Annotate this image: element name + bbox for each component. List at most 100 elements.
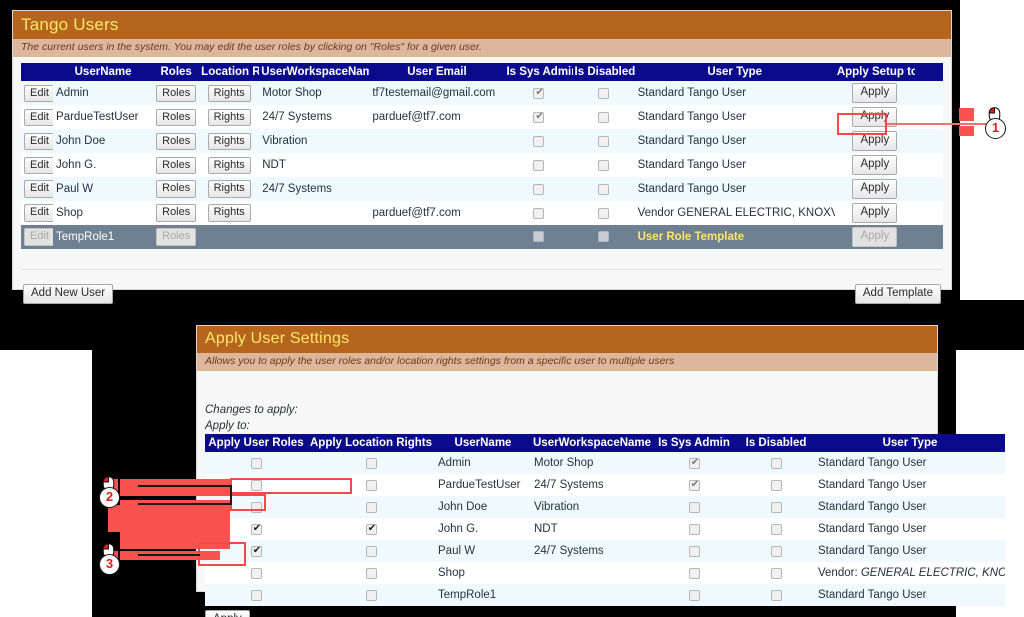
checkbox[interactable] — [770, 589, 782, 601]
checkbox[interactable] — [770, 545, 782, 557]
apply-location-rights-checkbox[interactable] — [365, 567, 377, 579]
rights-button[interactable]: Rights — [207, 180, 251, 198]
table-row: PardueTestUser 24/7 Systems Standard Tango… — [205, 474, 1005, 497]
apply-location-rights-checkbox[interactable] — [365, 522, 378, 535]
tango-users-title: Tango Users — [13, 11, 951, 40]
checkbox[interactable] — [688, 478, 701, 491]
apply-user-roles-checkbox[interactable] — [250, 589, 262, 601]
checkbox[interactable] — [533, 207, 545, 219]
checkbox[interactable] — [533, 110, 545, 123]
user-type-cell: Standard Tango User — [818, 457, 927, 470]
checkbox[interactable] — [688, 523, 700, 535]
edit-button[interactable]: Edit — [24, 180, 54, 198]
apply-user-roles-checkbox[interactable] — [250, 522, 263, 535]
apply-settings-button[interactable]: Apply — [205, 610, 250, 617]
roles-button[interactable]: Roles — [156, 108, 197, 126]
is-disabled-cell — [737, 584, 815, 606]
roles-cell: Roles — [153, 201, 199, 225]
user-type-cell: Standard Tango User — [637, 183, 747, 196]
checkbox[interactable] — [598, 159, 610, 171]
checkbox[interactable] — [598, 231, 610, 243]
workspace-cell — [531, 584, 651, 606]
checkbox[interactable] — [533, 159, 545, 171]
apply-setup-button[interactable]: Apply — [852, 155, 898, 176]
apply-location-rights-checkbox[interactable] — [365, 501, 377, 513]
checkbox[interactable] — [688, 567, 700, 579]
apply-location-rights-checkbox[interactable] — [365, 457, 377, 469]
checkbox[interactable] — [598, 111, 610, 123]
edit-button[interactable]: Edit — [24, 156, 54, 174]
workspace-cell: NDT — [534, 523, 558, 536]
apply-location-rights-cell — [307, 452, 435, 474]
apply-user-roles-checkbox[interactable] — [250, 544, 263, 557]
roles-button[interactable]: Roles — [156, 132, 197, 150]
username-cell: John Doe — [438, 501, 488, 514]
checkbox[interactable] — [688, 456, 701, 469]
checkbox[interactable] — [688, 589, 700, 601]
checkbox[interactable] — [533, 135, 545, 147]
apply-setup-cell: Apply — [835, 201, 915, 225]
apply-user-roles-checkbox[interactable] — [250, 479, 262, 491]
add-template-button[interactable]: Add Template — [854, 283, 941, 304]
checkbox[interactable] — [598, 135, 610, 147]
rights-button[interactable]: Rights — [207, 132, 251, 150]
apply-location-rights-cell — [307, 584, 435, 606]
annotation-blob-2g — [104, 551, 118, 560]
is-disabled-cell — [737, 540, 815, 562]
checkbox[interactable] — [688, 545, 700, 557]
roles-button[interactable]: Roles — [156, 156, 197, 174]
apply-setup-button[interactable]: Apply — [852, 83, 898, 104]
rights-button[interactable]: Rights — [207, 108, 251, 126]
checkbox[interactable] — [533, 183, 545, 195]
rights-button[interactable]: Rights — [207, 204, 251, 222]
apply-user-roles-checkbox[interactable] — [250, 501, 262, 513]
checkbox[interactable] — [770, 567, 782, 579]
user-type-cell: Standard Tango User — [637, 87, 747, 100]
checkbox[interactable] — [598, 87, 610, 99]
is-sys-admin-cell — [651, 584, 737, 606]
roles-button[interactable]: Roles — [156, 204, 197, 222]
edit-button[interactable]: Edit — [24, 84, 54, 102]
rights-button[interactable]: Rights — [207, 84, 251, 102]
pad-cell — [915, 129, 943, 153]
apply-col-username: UserName — [435, 434, 531, 453]
checkbox[interactable] — [770, 457, 782, 469]
apply-location-rights-checkbox[interactable] — [365, 479, 377, 491]
pad-cell — [915, 105, 943, 129]
apply-user-roles-cell — [205, 584, 307, 606]
apply-user-roles-checkbox[interactable] — [250, 457, 262, 469]
is-disabled-cell — [573, 153, 635, 177]
location-rights-cell: Rights — [199, 105, 259, 129]
apply-location-rights-checkbox[interactable] — [365, 589, 377, 601]
apply-user-roles-checkbox[interactable] — [250, 567, 262, 579]
checkbox[interactable] — [688, 501, 700, 513]
checkbox[interactable] — [533, 231, 545, 243]
checkbox[interactable] — [770, 501, 782, 513]
username-cell: Admin — [56, 87, 89, 100]
apply-col-user-type: User Type — [815, 434, 1005, 453]
checkbox[interactable] — [770, 479, 782, 491]
apply-setup-button[interactable]: Apply — [852, 131, 898, 152]
add-new-user-button[interactable]: Add New User — [23, 283, 114, 304]
checkbox[interactable] — [533, 86, 545, 99]
apply-setup-button[interactable]: Apply — [852, 107, 898, 128]
checkbox[interactable] — [770, 523, 782, 535]
checkbox[interactable] — [598, 207, 610, 219]
roles-button[interactable]: Roles — [156, 84, 197, 102]
checkbox[interactable] — [598, 183, 610, 195]
rights-button[interactable]: Rights — [207, 156, 251, 174]
edit-button[interactable]: Edit — [24, 132, 54, 150]
apply-setup-cell: Apply — [835, 153, 915, 177]
apply-location-rights-checkbox[interactable] — [365, 545, 377, 557]
roles-button[interactable]: Roles — [156, 180, 197, 198]
changes-to-apply-label: Changes to apply: — [205, 404, 298, 417]
user-type-cell: Standard Tango User — [818, 501, 927, 514]
marker-number-3: 3 — [99, 554, 120, 575]
apply-setup-button[interactable]: Apply — [852, 203, 898, 223]
apply-setup-button[interactable]: Apply — [852, 179, 898, 200]
is-sys-admin-cell — [504, 105, 572, 129]
is-disabled-cell — [573, 129, 635, 153]
edit-button[interactable]: Edit — [24, 108, 54, 126]
apply-col-workspace: UserWorkspaceName — [531, 434, 651, 453]
edit-button[interactable]: Edit — [24, 204, 54, 222]
